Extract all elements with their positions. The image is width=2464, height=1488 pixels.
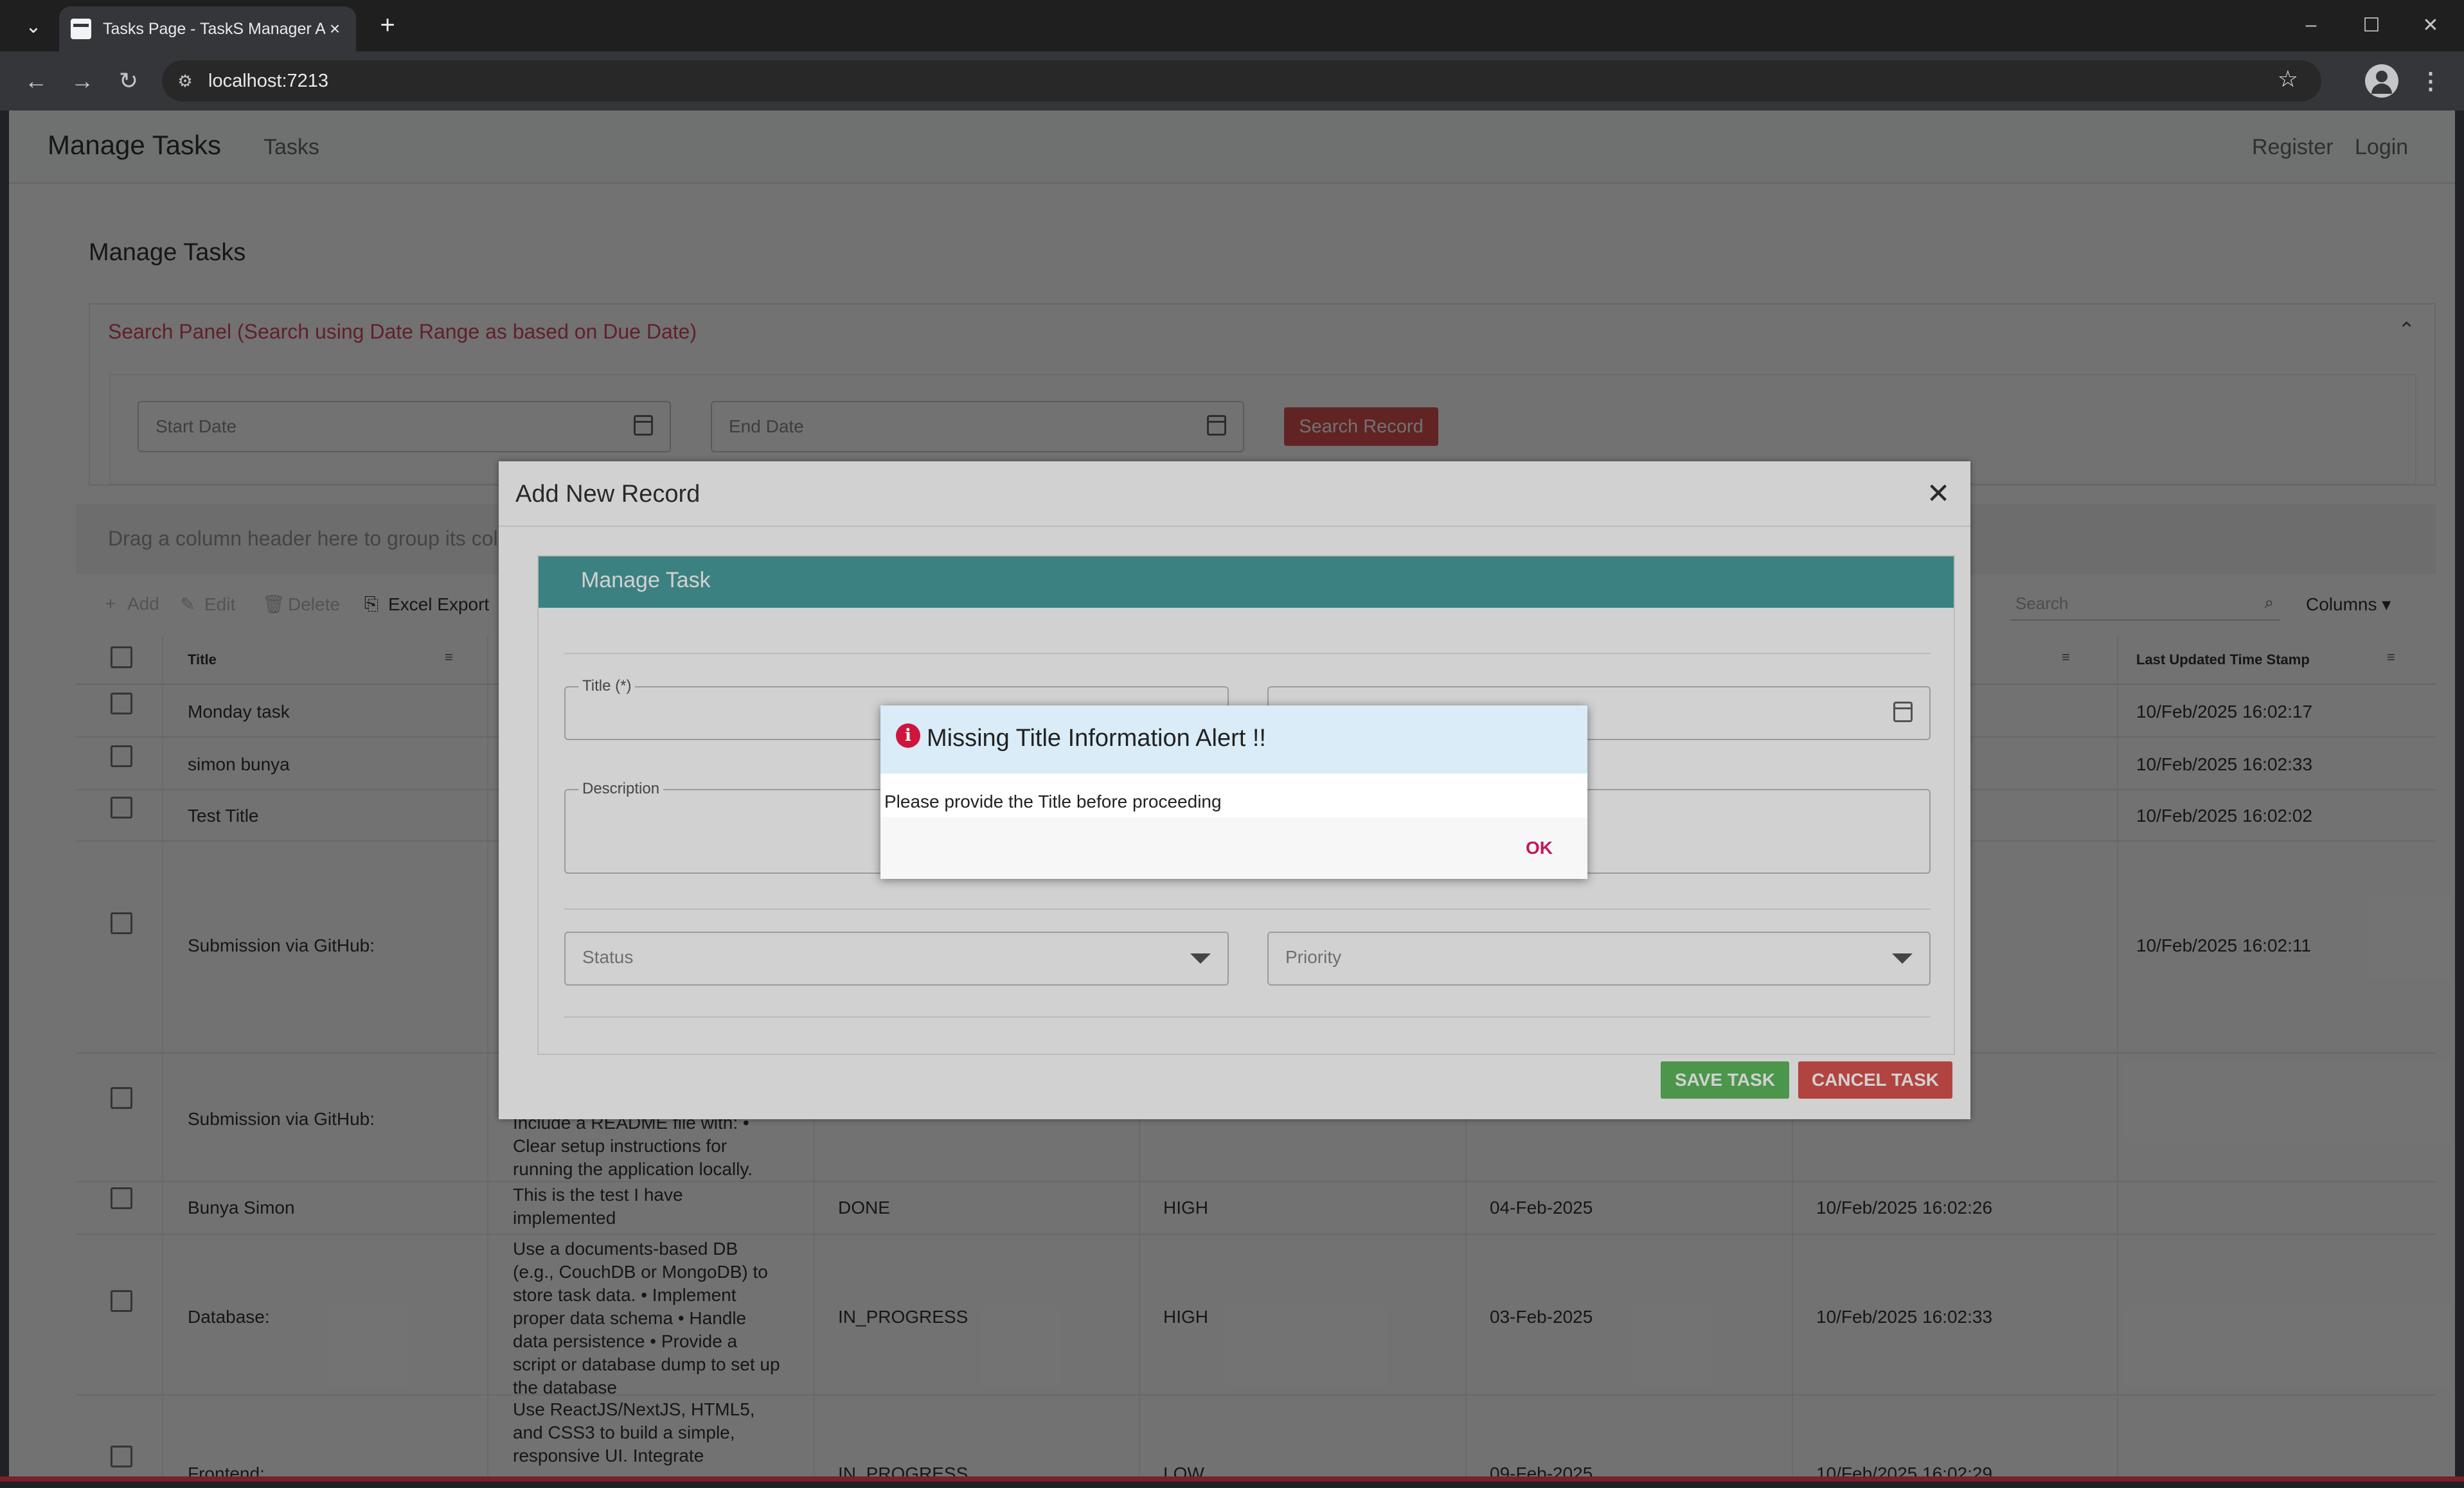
window-close-icon[interactable]: ✕	[2411, 9, 2450, 41]
site-info-icon[interactable]: ⚙	[168, 64, 202, 98]
browser-toolbar: ← → ↻ ⚙ localhost:7213 ☆ ⋮	[0, 51, 2464, 111]
tab-close-icon[interactable]: ×	[325, 19, 344, 39]
ok-button[interactable]: OK	[1526, 838, 1553, 858]
info-icon: i	[896, 723, 920, 748]
browser-tab[interactable]: Tasks Page - TaskS Manager Ap ×	[59, 6, 356, 51]
new-tab-icon[interactable]: +	[371, 9, 404, 41]
browser-menu-icon[interactable]: ⋮	[2414, 64, 2447, 98]
alert-message: Please provide the Title before proceedi…	[884, 792, 1222, 811]
browser-chrome: ⌄ Tasks Page - TaskS Manager Ap × + – ☐ …	[0, 0, 2464, 111]
address-bar[interactable]: ⚙ localhost:7213 ☆	[162, 60, 2321, 102]
taskbar-strip	[0, 1476, 2464, 1488]
forward-icon[interactable]: →	[66, 64, 99, 98]
alert-footer: OK	[880, 817, 1587, 879]
reload-icon[interactable]: ↻	[112, 64, 145, 98]
tab-strip: ⌄ Tasks Page - TaskS Manager Ap × + – ☐ …	[0, 0, 2464, 51]
missing-title-alert: i Missing Title Information Alert !! Ple…	[880, 705, 1587, 879]
minimize-icon[interactable]: –	[2292, 9, 2330, 41]
alert-header: i Missing Title Information Alert !!	[880, 705, 1587, 774]
page-viewport: Manage Tasks Tasks Register Login Manage…	[9, 111, 2455, 1476]
profile-avatar-icon[interactable]	[2365, 64, 2398, 98]
tab-search-icon[interactable]: ⌄	[14, 10, 53, 42]
tab-title: Tasks Page - TaskS Manager Ap	[103, 19, 325, 38]
alert-title: Missing Title Information Alert !!	[927, 725, 1266, 752]
favicon-icon	[71, 19, 91, 39]
bookmark-star-icon[interactable]: ☆	[2278, 66, 2298, 93]
back-icon[interactable]: ←	[19, 64, 53, 98]
maximize-icon[interactable]: ☐	[2352, 9, 2391, 41]
url-text[interactable]: localhost:7213	[208, 71, 328, 92]
